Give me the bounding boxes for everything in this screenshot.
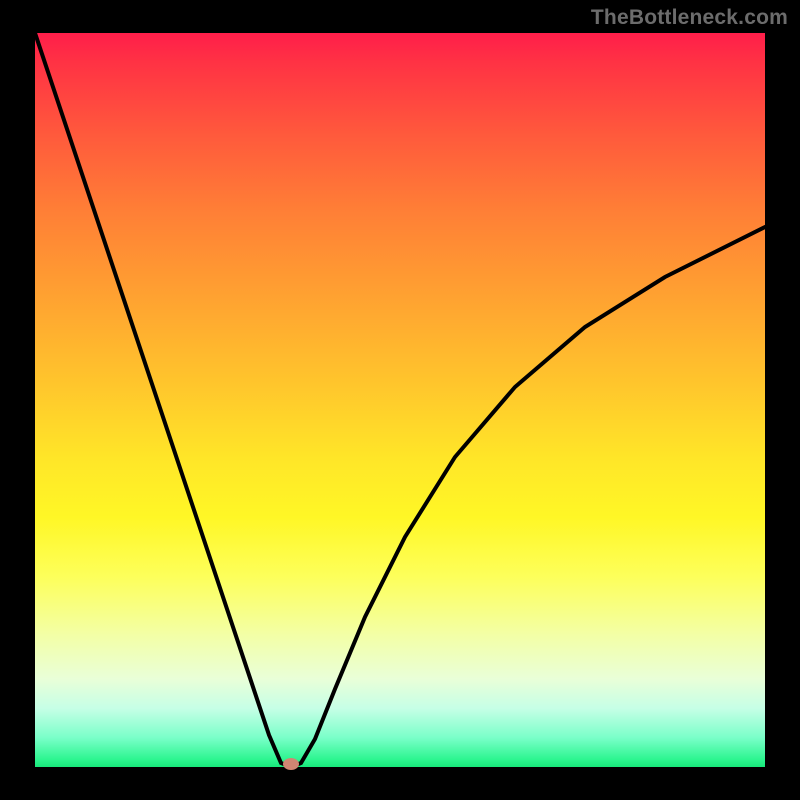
bottleneck-curve — [35, 33, 765, 767]
curve-path — [35, 33, 765, 767]
chart-plot-area — [35, 33, 765, 767]
watermark-text: TheBottleneck.com — [591, 6, 788, 30]
optimum-marker — [283, 758, 299, 770]
